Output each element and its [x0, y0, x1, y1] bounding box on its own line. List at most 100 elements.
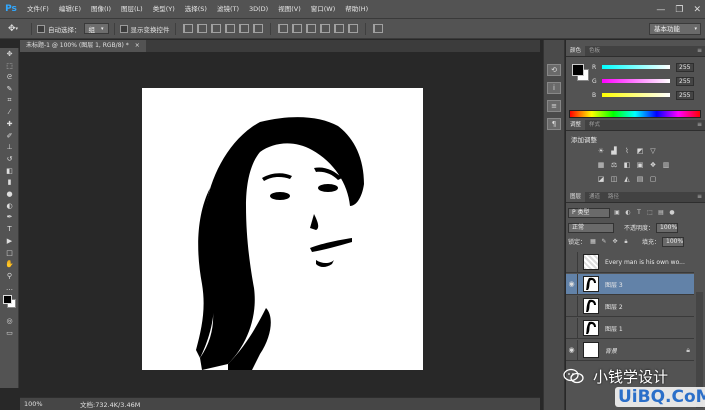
zoom-level[interactable]: 100% — [20, 400, 50, 408]
menu-filter[interactable]: 滤镜(T) — [212, 0, 244, 19]
align-bottom-icon[interactable] — [210, 24, 221, 33]
eyedropper-tool-icon[interactable]: ⁄ — [0, 106, 19, 118]
opacity-input[interactable]: 100% — [656, 222, 679, 233]
black-white-icon[interactable]: ◧ — [622, 160, 632, 169]
brightness-contrast-icon[interactable]: ☀ — [596, 146, 606, 155]
layer-row-background[interactable]: ◉ 背景 🔒︎ — [566, 339, 694, 361]
minimize-button[interactable]: — — [656, 5, 665, 15]
menu-edit[interactable]: 编辑(E) — [54, 0, 86, 19]
menu-3d[interactable]: 3D(D) — [244, 0, 273, 19]
slider-g[interactable] — [602, 79, 670, 83]
exposure-icon[interactable]: ◩ — [635, 146, 645, 155]
close-button[interactable]: ✕ — [693, 5, 701, 15]
color-lookup-icon[interactable]: ▥ — [661, 160, 671, 169]
blur-tool-icon[interactable]: ● — [0, 188, 19, 200]
tab-color[interactable]: 颜色 — [566, 46, 586, 56]
visibility-toggle-off[interactable] — [566, 251, 578, 273]
history-panel-icon[interactable]: ⟲ — [547, 64, 561, 76]
tab-adjustments[interactable]: 调整 — [566, 120, 586, 130]
distribute-right-icon[interactable] — [347, 24, 358, 33]
panel-menu-icon[interactable]: ≡ — [697, 193, 702, 200]
channel-value-r[interactable]: 255 — [676, 62, 694, 72]
distribute-vcenter-icon[interactable] — [291, 24, 302, 33]
auto-select-target-select[interactable]: 组 ▾ — [83, 23, 109, 34]
channel-value-g[interactable]: 255 — [676, 76, 694, 86]
filter-pixel-icon[interactable]: ▣ — [613, 209, 621, 217]
screen-mode-icon[interactable]: ▭ — [0, 327, 19, 339]
tab-channels[interactable]: 通道 — [585, 192, 604, 202]
close-tab-icon[interactable]: × — [135, 42, 140, 49]
menu-view[interactable]: 视图(V) — [273, 0, 306, 19]
eye-icon[interactable]: ◉ — [566, 339, 578, 361]
color-swatches[interactable] — [0, 293, 19, 315]
properties-panel-icon[interactable]: ≡ — [547, 100, 561, 112]
gradient-map-icon[interactable]: ▤ — [635, 174, 645, 183]
vibrance-icon[interactable]: ▽ — [648, 146, 658, 155]
document-canvas[interactable] — [142, 88, 423, 370]
workspace-select[interactable]: 基本功能 ▾ — [649, 23, 701, 35]
layer-row-text[interactable]: Every man is his own wo... — [566, 251, 694, 273]
foreground-color-swatch[interactable] — [3, 295, 12, 305]
distribute-hcenter-icon[interactable] — [333, 24, 344, 33]
zoom-tool-icon[interactable]: ⚲ — [0, 270, 19, 282]
tab-layers[interactable]: 图层 — [566, 192, 586, 202]
align-top-icon[interactable] — [182, 24, 193, 33]
blend-mode-select[interactable]: 正常 — [568, 222, 614, 233]
panel-menu-icon[interactable]: ≡ — [697, 121, 702, 128]
move-tool-preset-icon[interactable]: ✥ ▾ — [0, 24, 26, 34]
eye-icon[interactable]: ◉ — [566, 273, 578, 295]
quick-mask-icon[interactable]: ◎ — [0, 315, 19, 327]
menu-window[interactable]: 窗口(W) — [306, 0, 341, 19]
healing-brush-tool-icon[interactable]: ✚ — [0, 118, 19, 130]
levels-icon[interactable]: ▟ — [609, 146, 619, 155]
menu-file[interactable]: 文件(F) — [22, 0, 54, 19]
filter-type-icon[interactable]: T — [635, 209, 643, 217]
lock-pixels-icon[interactable]: ✎ — [600, 238, 608, 246]
menu-select[interactable]: 选择(S) — [180, 0, 212, 19]
document-size-info[interactable]: 文档:732.4K/3.46M — [50, 399, 140, 409]
clone-stamp-tool-icon[interactable]: ⊥ — [0, 142, 19, 154]
selective-color-icon[interactable]: ▢ — [648, 174, 658, 183]
slider-r[interactable] — [602, 65, 670, 69]
visibility-toggle-off[interactable] — [566, 317, 578, 339]
menu-help[interactable]: 帮助(H) — [340, 0, 373, 19]
photo-filter-icon[interactable]: ▣ — [635, 160, 645, 169]
channel-mixer-icon[interactable]: ❖ — [648, 160, 658, 169]
path-select-tool-icon[interactable]: ▶ — [0, 235, 19, 247]
show-transform-checkbox[interactable] — [119, 24, 128, 33]
tab-styles[interactable]: 样式 — [585, 120, 604, 130]
filter-shape-icon[interactable]: ⬚ — [646, 209, 654, 217]
marquee-tool-icon[interactable]: ⬚ — [0, 60, 19, 72]
brush-tool-icon[interactable]: ✐ — [0, 130, 19, 142]
foreground-color-swatch[interactable] — [572, 64, 584, 76]
crop-tool-icon[interactable]: ⌗ — [0, 95, 19, 107]
align-right-icon[interactable] — [252, 24, 263, 33]
quick-select-tool-icon[interactable]: ✎ — [0, 83, 19, 95]
curves-icon[interactable]: ⌇ — [622, 146, 632, 155]
lock-transparency-icon[interactable]: ▦ — [589, 238, 597, 246]
pen-tool-icon[interactable]: ✒ — [0, 212, 19, 224]
align-vcenter-icon[interactable] — [196, 24, 207, 33]
layer-row-3[interactable]: ◉ 图层 3 — [566, 273, 694, 295]
auto-align-icon[interactable] — [372, 24, 383, 33]
color-balance-icon[interactable]: ⚖ — [609, 160, 619, 169]
tab-paths[interactable]: 路径 — [604, 192, 623, 202]
auto-select-checkbox[interactable] — [37, 24, 45, 33]
distribute-bottom-icon[interactable] — [305, 24, 316, 33]
menu-layer[interactable]: 图层(L) — [116, 0, 148, 19]
lock-all-icon[interactable]: 🔒︎ — [622, 238, 630, 246]
gradient-tool-icon[interactable]: ▮ — [0, 177, 19, 189]
menu-image[interactable]: 图像(I) — [86, 0, 116, 19]
lasso-tool-icon[interactable]: ᘓ — [0, 71, 19, 83]
layer-row-1[interactable]: 图层 1 — [566, 317, 694, 339]
threshold-icon[interactable]: ◭ — [622, 174, 632, 183]
distribute-left-icon[interactable] — [319, 24, 330, 33]
hand-tool-icon[interactable]: ✋ — [0, 258, 19, 270]
hue-saturation-icon[interactable]: ▦ — [596, 160, 606, 169]
slider-b[interactable] — [602, 93, 670, 97]
layer-row-2[interactable]: 图层 2 — [566, 295, 694, 317]
color-spectrum-bar[interactable] — [569, 110, 701, 118]
move-tool-icon[interactable]: ✥ — [0, 48, 19, 60]
layer-filter-select[interactable]: P 类型 — [568, 207, 610, 218]
filter-smart-object-icon[interactable]: ▤ — [657, 209, 665, 217]
